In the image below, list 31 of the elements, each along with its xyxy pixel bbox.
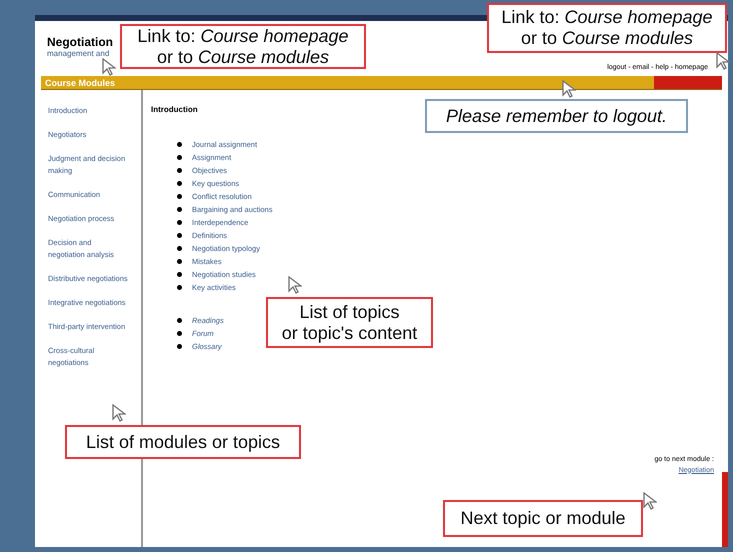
callout-box: Link to: Course homepage or to Course modules (120, 24, 366, 69)
site-title: Negotiation (47, 35, 113, 49)
bullet-icon (177, 318, 182, 323)
bullet-icon (177, 233, 182, 238)
bullet-icon (177, 207, 182, 212)
bullet-icon (177, 168, 182, 173)
bullet-icon (177, 285, 182, 290)
callout-box: List of topics or topic's content (266, 297, 433, 348)
callout-box: Next topic or module (443, 500, 643, 537)
bullet-icon (177, 331, 182, 336)
bullet-icon (177, 246, 182, 251)
callout-box: List of modules or topics (65, 425, 301, 459)
bar-end-block (654, 76, 722, 89)
bullet-icon (177, 272, 182, 277)
content-heading: Introduction (151, 104, 198, 116)
site-subtitle: management and (47, 49, 110, 59)
cursor-icon (112, 404, 126, 422)
cursor-icon (102, 58, 116, 76)
cursor-icon (562, 80, 576, 98)
bullet-icon (177, 181, 182, 186)
bullet-icon (177, 155, 182, 160)
bullet-icon (177, 259, 182, 264)
cursor-icon (643, 492, 657, 510)
bullet-icon (177, 194, 182, 199)
cursor-icon (288, 276, 302, 294)
bar-title: Course Modules (44, 77, 116, 89)
callout-box: Link to: Course homepage or to Course modules (487, 3, 727, 53)
bullet-icon (177, 142, 182, 147)
bullet-icon (177, 344, 182, 349)
callout-box: Please remember to logout. (425, 99, 688, 133)
bullet-icon (177, 220, 182, 225)
